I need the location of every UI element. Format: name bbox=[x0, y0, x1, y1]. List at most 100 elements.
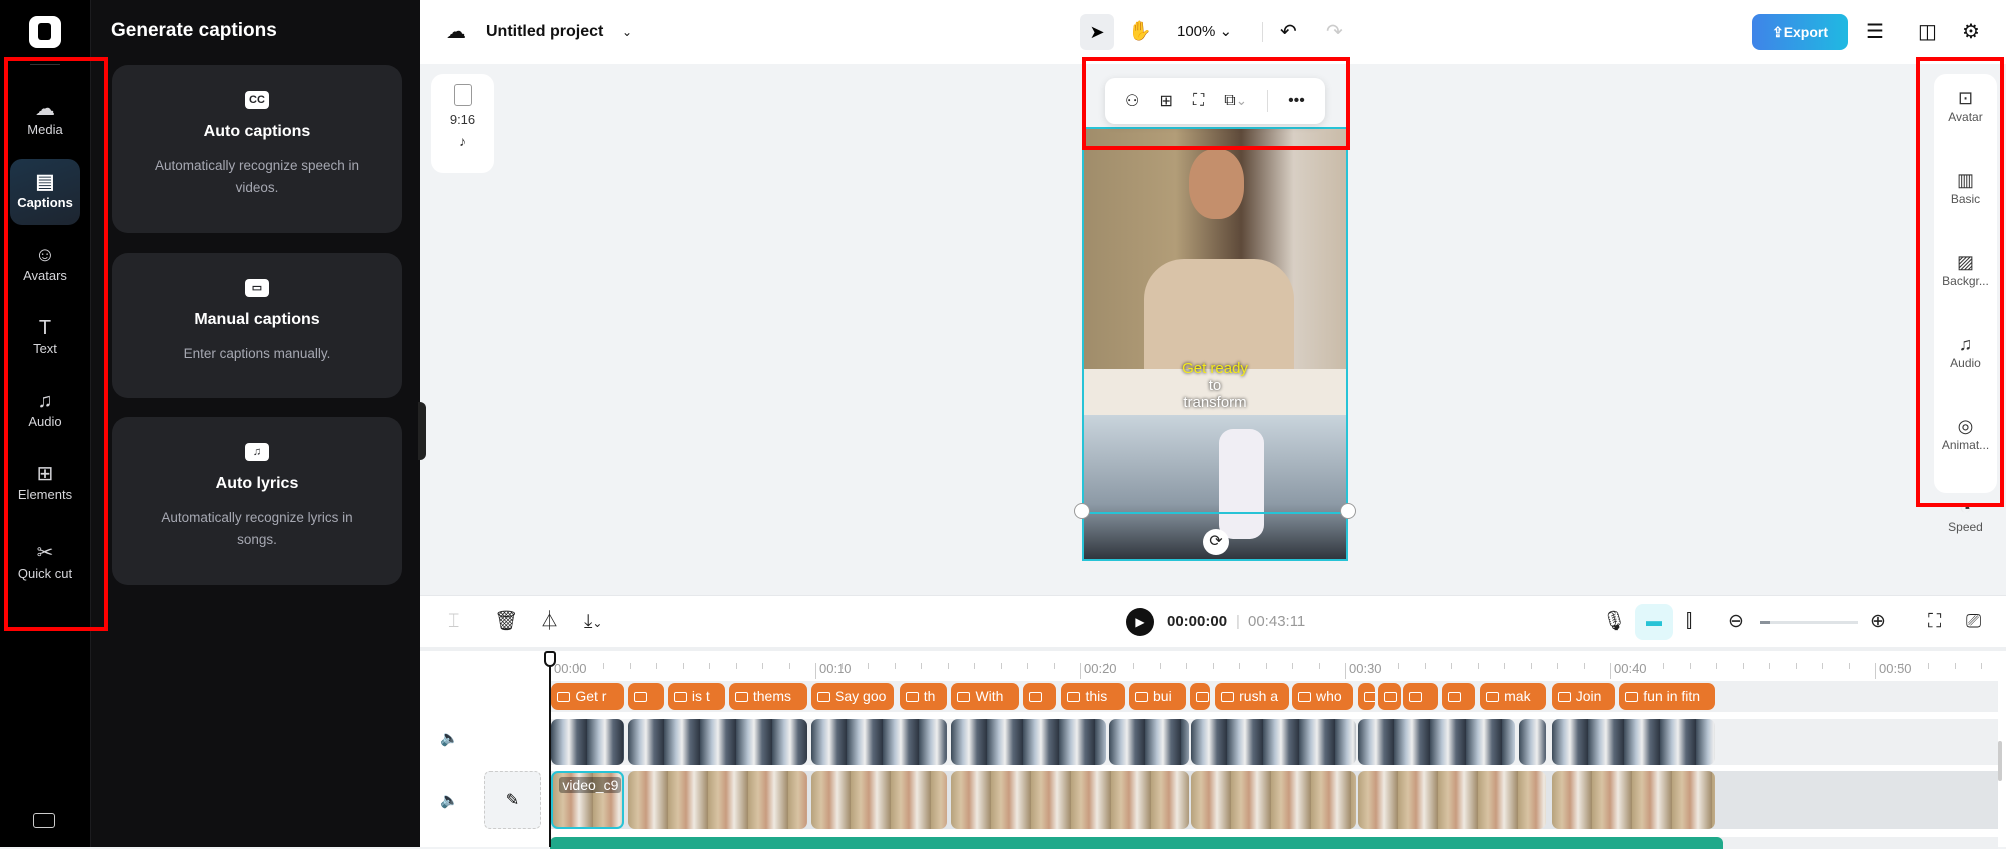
trim-icon[interactable]: ⌶ bbox=[448, 596, 459, 648]
zoom-select[interactable]: 100% ⌄ bbox=[1177, 0, 1232, 64]
caption-clip[interactable]: bui bbox=[1129, 683, 1186, 710]
caption-clip[interactable]: who bbox=[1292, 683, 1353, 710]
export-button[interactable]: ⇪Export bbox=[1752, 14, 1848, 50]
video-clip[interactable] bbox=[551, 719, 625, 765]
auto-captions-card[interactable]: CC Auto captions Automatically recognize s… bbox=[112, 65, 402, 233]
video-clip[interactable] bbox=[1191, 719, 1356, 765]
video-clip[interactable]: video_c9 bbox=[551, 771, 625, 829]
preview-mode-icon[interactable]: ⎚ bbox=[1966, 596, 1981, 648]
playhead-handle[interactable] bbox=[544, 651, 556, 667]
video-clip[interactable] bbox=[1191, 771, 1356, 829]
caption-clip[interactable] bbox=[1403, 683, 1438, 710]
caption-clip[interactable]: Join bbox=[1551, 683, 1616, 710]
ruler-tick bbox=[1530, 663, 1532, 669]
app-logo[interactable] bbox=[29, 16, 61, 48]
zoom-in-icon[interactable]: ⊕ bbox=[1870, 596, 1886, 648]
caption-clip[interactable]: With bbox=[951, 683, 1020, 710]
split-icon[interactable]: ⫿ bbox=[1686, 596, 1692, 648]
caption-clip[interactable] bbox=[1441, 683, 1475, 710]
play-button[interactable]: ▶ bbox=[1126, 608, 1154, 636]
rail-item-text[interactable]: T Text bbox=[10, 305, 80, 371]
caption-clip[interactable] bbox=[1378, 683, 1401, 710]
project-title[interactable]: Untitled project bbox=[486, 0, 603, 64]
caption-clip[interactable]: rush a bbox=[1215, 683, 1290, 710]
fit-timeline-icon[interactable]: ⛶ bbox=[1928, 596, 1941, 648]
hand-tool-icon[interactable]: ✋ bbox=[1128, 0, 1152, 64]
caption-clip[interactable]: Say goo bbox=[811, 683, 895, 710]
undo-icon[interactable]: ↶ bbox=[1280, 0, 1297, 64]
delete-icon[interactable]: 🗑 bbox=[494, 596, 518, 648]
caption-clip[interactable]: Get r bbox=[551, 683, 625, 710]
remove-background-icon[interactable]: ⚇ bbox=[1125, 91, 1139, 111]
panel-tab-avatar[interactable]: ⊡ Avatar bbox=[1934, 86, 1997, 156]
video-clip[interactable] bbox=[1358, 719, 1515, 765]
cloud-save-icon[interactable]: ☁ bbox=[446, 0, 466, 64]
caption-clip[interactable]: thems bbox=[728, 683, 808, 710]
vertical-scrollbar[interactable] bbox=[1998, 741, 2002, 781]
video-clip[interactable] bbox=[628, 771, 808, 829]
select-pointer-icon[interactable]: ➤ bbox=[1080, 14, 1114, 50]
aspect-ratio-button[interactable]: 9:16 ♪ bbox=[431, 74, 494, 173]
caption-clip[interactable]: fun in fitn bbox=[1619, 683, 1715, 710]
layers-icon[interactable]: ☰ bbox=[1866, 0, 1884, 64]
rail-item-quick-cut[interactable]: ✂ Quick cut bbox=[10, 530, 80, 614]
panel-tab-audio[interactable]: ♫ Audio bbox=[1934, 332, 1997, 402]
caption-clip[interactable]: mak bbox=[1480, 683, 1547, 710]
rail-item-avatars[interactable]: ☺ Avatars bbox=[10, 232, 80, 298]
audio-clip[interactable] bbox=[550, 837, 1723, 849]
download-icon[interactable]: ⤓⌄ bbox=[584, 596, 602, 648]
playhead[interactable] bbox=[549, 651, 551, 847]
auto-lyrics-card[interactable]: ♫ Auto lyrics Automatically recognize lyri… bbox=[112, 417, 402, 585]
video-clip[interactable] bbox=[1358, 771, 1547, 829]
edit-cover-icon[interactable]: ✎ bbox=[484, 771, 541, 829]
settings-icon[interactable]: ⚙ bbox=[1962, 0, 1980, 64]
video-clip[interactable] bbox=[1551, 771, 1715, 829]
more-icon[interactable]: ••• bbox=[1288, 92, 1305, 110]
panel-tab-basic[interactable]: ▥ Basic bbox=[1934, 168, 1997, 238]
time-ruler[interactable]: 00:00 00:10 00:20 00:30 00:40 00:50 bbox=[420, 651, 2006, 679]
crop-frame-icon[interactable]: ⛶ bbox=[1193, 92, 1204, 110]
caption-clip[interactable] bbox=[628, 683, 664, 710]
mute-track-icon[interactable]: 🔈 bbox=[440, 729, 459, 747]
add-image-icon[interactable]: ⊞ bbox=[1159, 91, 1172, 111]
keyboard-shortcuts-icon[interactable] bbox=[33, 813, 55, 828]
video-clip[interactable] bbox=[628, 719, 808, 765]
rotate-icon[interactable]: ⟳ bbox=[1203, 529, 1229, 555]
video-preview[interactable]: Get ready to transform ⟳ bbox=[1082, 127, 1348, 561]
caption-clip[interactable] bbox=[1358, 683, 1376, 710]
video-clip[interactable] bbox=[1109, 719, 1189, 765]
auto-snap-icon[interactable]: ▬ bbox=[1635, 604, 1673, 640]
panel-tab-animation[interactable]: ◎ Animat... bbox=[1934, 414, 1997, 484]
microphone-icon[interactable]: 🎙 bbox=[1602, 596, 1626, 648]
caption-clip[interactable]: is t bbox=[667, 683, 725, 710]
rail-item-audio[interactable]: ♫ Audio bbox=[10, 378, 80, 444]
rail-item-captions[interactable]: ▤ Captions bbox=[10, 159, 80, 225]
video-clip[interactable] bbox=[1518, 719, 1547, 765]
panel-tab-speed[interactable]: ◔ Speed bbox=[1934, 496, 1997, 566]
chevron-down-icon[interactable]: ⌄ bbox=[622, 0, 632, 64]
caption-clip[interactable] bbox=[1189, 683, 1210, 710]
manual-captions-card[interactable]: ▭ Manual captions Enter captions manually. bbox=[112, 253, 402, 398]
resize-handle[interactable] bbox=[1074, 503, 1090, 519]
video-clip[interactable] bbox=[811, 771, 948, 829]
mute-track-icon[interactable]: 🔈 bbox=[440, 791, 459, 809]
zoom-out-icon[interactable]: ⊖ bbox=[1728, 596, 1744, 648]
redo-icon[interactable]: ↷ bbox=[1326, 0, 1343, 64]
caption-clip[interactable]: th bbox=[899, 683, 948, 710]
video-clip[interactable] bbox=[811, 719, 948, 765]
caption-clip[interactable]: this bbox=[1061, 683, 1126, 710]
panel-tab-background[interactable]: ▨ Backgr... bbox=[1934, 250, 1997, 320]
panel-collapse-handle[interactable] bbox=[418, 402, 426, 460]
caption-overlay[interactable]: Get ready to transform bbox=[1084, 360, 1346, 411]
video-clip[interactable] bbox=[951, 771, 1189, 829]
video-clip[interactable] bbox=[951, 719, 1107, 765]
layout-panel-icon[interactable]: ◫ bbox=[1918, 0, 1937, 64]
rail-item-elements[interactable]: ⊞ Elements bbox=[10, 451, 80, 517]
flip-icon[interactable]: ⏃ bbox=[540, 596, 559, 648]
timeline-zoom-slider[interactable] bbox=[1760, 621, 1858, 624]
rail-item-media[interactable]: ☁ Media bbox=[10, 86, 80, 152]
resize-handle[interactable] bbox=[1340, 503, 1356, 519]
video-clip[interactable] bbox=[1551, 719, 1715, 765]
replace-video-icon[interactable]: ⧉⌄ bbox=[1224, 92, 1247, 110]
caption-clip[interactable] bbox=[1023, 683, 1057, 710]
